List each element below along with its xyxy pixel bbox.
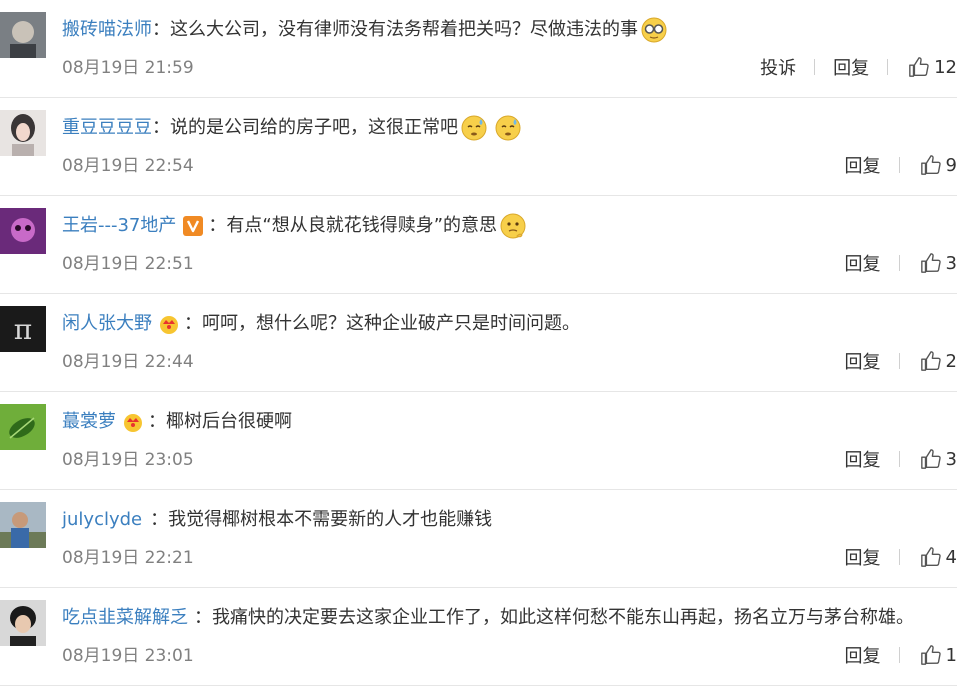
thumbs-up-icon bbox=[920, 351, 941, 371]
like-button[interactable]: 3 bbox=[910, 252, 957, 274]
comment-time: 08月19日 22:51 bbox=[62, 254, 194, 274]
divider bbox=[898, 647, 900, 663]
comment-text: ：说的是公司给的房子吧，这很正常吧 bbox=[152, 117, 458, 138]
comment-item: π 闲人张大野 ：呵呵，想什么呢？这种企业破产只是时间问题。 08月19日 22… bbox=[0, 294, 957, 392]
avatar[interactable] bbox=[0, 110, 46, 156]
thumbs-up-icon bbox=[909, 57, 929, 77]
crown-icon bbox=[122, 411, 144, 433]
glasses-emoji-icon bbox=[640, 16, 668, 44]
reply-button[interactable]: 回复 bbox=[837, 544, 889, 570]
like-button[interactable]: 3 bbox=[910, 448, 957, 470]
like-count: 1 bbox=[945, 644, 957, 666]
username-link[interactable]: 重豆豆豆豆 bbox=[62, 114, 152, 142]
comment-time: 08月19日 23:01 bbox=[62, 646, 194, 666]
avatar[interactable] bbox=[0, 502, 46, 548]
comment-text: ：有点“想从良就花钱得赎身”的意思 bbox=[208, 215, 498, 236]
like-button[interactable]: 2 bbox=[910, 350, 957, 372]
reply-button[interactable]: 回复 bbox=[825, 54, 877, 80]
divider bbox=[887, 59, 889, 75]
thumbs-up-icon bbox=[920, 645, 941, 665]
comment-text: ：我痛快的决定要去这家企业工作了，如此这样何愁不能东山再起，扬名立万与茅台称雄。 bbox=[194, 607, 914, 628]
comment-item: 搬砖喵法师 ：这么大公司，没有律师没有法务帮着把关吗？尽做违法的事 08月19日… bbox=[0, 0, 957, 98]
avatar[interactable] bbox=[0, 600, 46, 646]
thumbs-up-icon bbox=[920, 155, 941, 175]
thumbs-up-icon bbox=[920, 449, 941, 469]
divider bbox=[898, 549, 900, 565]
comment-item: julyclyde ：我觉得椰树根本不需要新的人才也能赚钱 08月19日 22:… bbox=[0, 490, 957, 588]
username-link[interactable]: julyclyde bbox=[62, 506, 142, 534]
comment-text: ：我觉得椰树根本不需要新的人才也能赚钱 bbox=[150, 509, 493, 530]
sweat-emoji-icon bbox=[494, 114, 522, 142]
comment-item: 吃点韭菜解解乏 ：我痛快的决定要去这家企业工作了，如此这样何愁不能东山再起，扬名… bbox=[0, 588, 957, 686]
reply-button[interactable]: 回复 bbox=[837, 348, 889, 374]
report-button[interactable]: 投诉 bbox=[752, 54, 804, 80]
comment-text: ：呵呵，想什么呢？这种企业破产只是时间问题。 bbox=[184, 313, 580, 334]
comment-time: 08月19日 23:05 bbox=[62, 450, 194, 470]
divider bbox=[898, 255, 900, 271]
verified-v-icon bbox=[182, 215, 204, 237]
comment-time: 08月19日 21:59 bbox=[62, 58, 194, 78]
username-link[interactable]: 王岩---37地产 bbox=[62, 212, 176, 240]
avatar[interactable] bbox=[0, 12, 46, 58]
comment-item: 王岩---37地产 ：有点“想从良就花钱得赎身”的意思 08月19日 22:51… bbox=[0, 196, 957, 294]
divider bbox=[898, 451, 900, 467]
sweat-emoji-icon bbox=[460, 114, 488, 142]
comment-text: ：这么大公司，没有律师没有法务帮着把关吗？尽做违法的事 bbox=[152, 19, 638, 40]
reply-button[interactable]: 回复 bbox=[837, 446, 889, 472]
username-link[interactable]: 搬砖喵法师 bbox=[62, 16, 152, 44]
avatar[interactable] bbox=[0, 404, 46, 450]
comment-time: 08月19日 22:21 bbox=[62, 548, 194, 568]
like-count: 9 bbox=[945, 154, 957, 176]
like-count: 3 bbox=[945, 448, 957, 470]
comment-time: 08月19日 22:44 bbox=[62, 352, 194, 372]
like-button[interactable]: 12 bbox=[898, 56, 957, 78]
like-count: 4 bbox=[945, 546, 957, 568]
username-link[interactable]: 蕞裳萝 bbox=[62, 408, 116, 436]
like-button[interactable]: 1 bbox=[910, 644, 957, 666]
thinking-emoji-icon bbox=[499, 212, 527, 240]
reply-button[interactable]: 回复 bbox=[837, 250, 889, 276]
avatar[interactable] bbox=[0, 208, 46, 254]
username-link[interactable]: 吃点韭菜解解乏 bbox=[62, 604, 188, 632]
like-button[interactable]: 4 bbox=[910, 546, 957, 568]
crown-icon bbox=[158, 313, 180, 335]
reply-button[interactable]: 回复 bbox=[837, 642, 889, 668]
comment-text: ：椰树后台很硬啊 bbox=[148, 411, 292, 432]
divider bbox=[898, 157, 900, 173]
thumbs-up-icon bbox=[920, 547, 941, 567]
comment-item: 重豆豆豆豆 ：说的是公司给的房子吧，这很正常吧 08月19日 22:54 回复 … bbox=[0, 98, 957, 196]
reply-button[interactable]: 回复 bbox=[837, 152, 889, 178]
like-count: 2 bbox=[945, 350, 957, 372]
svg-text:π: π bbox=[14, 313, 32, 346]
comment-time: 08月19日 22:54 bbox=[62, 156, 194, 176]
like-count: 3 bbox=[945, 252, 957, 274]
comment-list: 搬砖喵法师 ：这么大公司，没有律师没有法务帮着把关吗？尽做违法的事 08月19日… bbox=[0, 0, 957, 686]
avatar[interactable]: π bbox=[0, 306, 46, 352]
like-button[interactable]: 9 bbox=[910, 154, 957, 176]
like-count: 12 bbox=[934, 56, 957, 78]
comment-item: 蕞裳萝 ：椰树后台很硬啊 08月19日 23:05 回复 3 bbox=[0, 392, 957, 490]
divider bbox=[814, 59, 816, 75]
divider bbox=[898, 353, 900, 369]
thumbs-up-icon bbox=[920, 253, 941, 273]
username-link[interactable]: 闲人张大野 bbox=[62, 310, 152, 338]
